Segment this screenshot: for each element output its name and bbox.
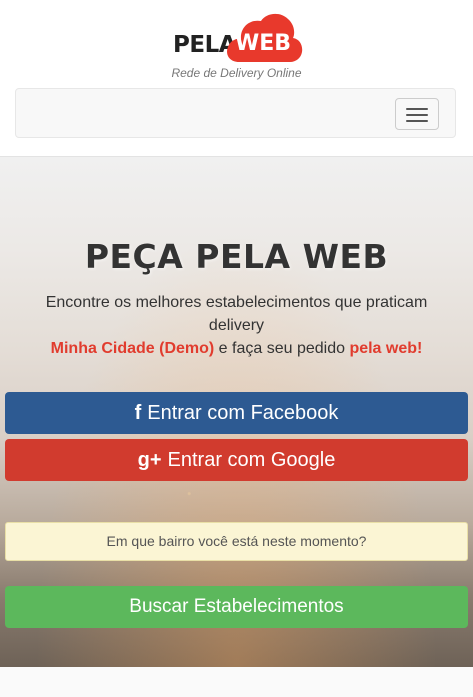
hero-pela-web: pela web! bbox=[349, 340, 423, 357]
google-login-button[interactable]: g+ Entrar com Google bbox=[5, 439, 468, 481]
facebook-icon: f bbox=[134, 402, 142, 424]
hamburger-menu-icon bbox=[406, 114, 428, 116]
facebook-login-button[interactable]: f Entrar com Facebook bbox=[5, 392, 468, 434]
site-tagline: Rede de Delivery Online bbox=[171, 66, 302, 80]
city-name: Minha Cidade (Demo) bbox=[50, 340, 215, 357]
neighborhood-selector[interactable]: Em que bairro você está neste momento? bbox=[5, 522, 468, 561]
hero-description: Encontre os melhores estabelecimentos qu… bbox=[30, 291, 443, 360]
hamburger-menu-icon bbox=[406, 108, 428, 110]
navbar-toggle-button[interactable] bbox=[395, 98, 439, 130]
hero-section: PEÇA PELA WEB Encontre os melhores estab… bbox=[0, 157, 473, 667]
google-login-label: Entrar com Google bbox=[167, 449, 336, 471]
site-header: PELA WEB Rede de Delivery Online bbox=[0, 0, 473, 157]
hero-title: PEÇA PELA WEB bbox=[84, 237, 389, 276]
hero-line-1: Encontre os melhores estabelecimentos qu… bbox=[45, 294, 428, 334]
search-establishments-button[interactable]: Buscar Estabelecimentos bbox=[5, 586, 468, 628]
google-plus-icon: g+ bbox=[137, 449, 162, 471]
hero-line-middle: e faça seu pedido bbox=[214, 340, 350, 357]
facebook-login-label: Entrar com Facebook bbox=[147, 402, 339, 424]
navbar bbox=[15, 88, 456, 138]
hamburger-menu-icon bbox=[406, 120, 428, 122]
logo-text-web: WEB bbox=[234, 31, 292, 56]
